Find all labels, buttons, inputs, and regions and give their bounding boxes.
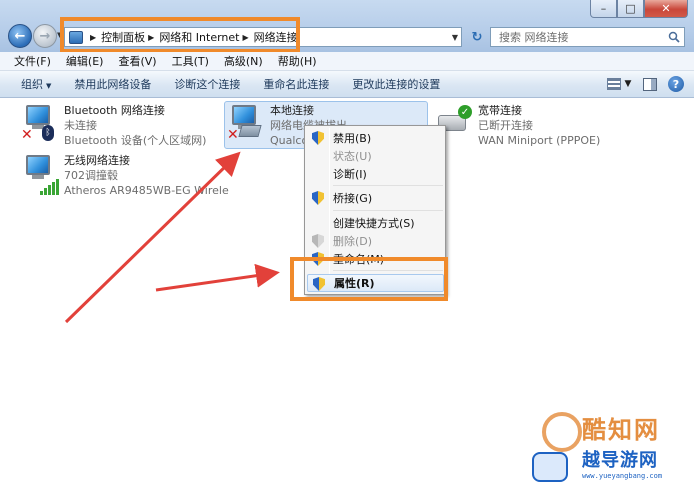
connection-name: 无线网络连接	[64, 154, 130, 167]
menu-item-create-shortcut[interactable]: 创建快捷方式(S)	[307, 214, 444, 232]
change-view-button[interactable]	[606, 76, 622, 92]
help-button[interactable]: ?	[668, 76, 684, 92]
menu-tools[interactable]: 工具(T)	[172, 53, 209, 69]
uac-shield-icon	[312, 191, 324, 205]
menu-separator	[333, 185, 443, 186]
menu-file[interactable]: 文件(F)	[14, 53, 51, 69]
menu-item-diagnose[interactable]: 诊断(I)	[307, 165, 444, 183]
arrow-to-properties	[155, 263, 280, 292]
menu-item-status[interactable]: 状态(U)	[307, 147, 444, 165]
view-list-icon	[607, 78, 621, 90]
check-icon: ✓	[458, 105, 472, 119]
organize-button[interactable]: 组织 ▼	[21, 76, 51, 92]
signal-strength-icon	[40, 179, 59, 195]
menu-bar: 文件(F) 编辑(E) 查看(V) 工具(T) 高级(N) 帮助(H)	[0, 52, 694, 71]
menu-item-label: 状态(U)	[333, 150, 372, 163]
search-icon[interactable]	[668, 31, 680, 43]
forward-button[interactable]: →	[33, 24, 57, 48]
preview-pane-icon	[643, 77, 657, 91]
disable-device-button[interactable]: 禁用此网络设备	[74, 76, 151, 92]
disconnected-x-icon: ✕	[21, 127, 33, 143]
menu-edit[interactable]: 编辑(E)	[66, 53, 104, 69]
bluetooth-network-icon: ✕ ᛒ	[20, 103, 60, 145]
connection-status: 已断开连接	[478, 119, 533, 132]
watermark-url: www.yueyangbang.com	[582, 472, 663, 480]
address-highlight-box	[60, 17, 300, 53]
disconnected-x-icon: ✕	[227, 127, 239, 143]
menu-item-bridge[interactable]: 桥接(G)	[307, 189, 444, 207]
address-dropdown-icon[interactable]: ▼	[447, 27, 463, 47]
connection-wireless[interactable]: 无线网络连接 702调撞毂 Atheros AR9485WB-EG Wirele	[20, 153, 229, 198]
minimize-button[interactable]: –	[590, 0, 617, 18]
uac-shield-icon	[312, 234, 324, 248]
menu-help[interactable]: 帮助(H)	[278, 53, 317, 69]
chevron-down-icon: ▼	[46, 82, 52, 90]
connection-device: Bluetooth 设备(个人区域网)	[64, 134, 207, 147]
network-card-icon	[238, 125, 262, 137]
refresh-button[interactable]: ↻	[467, 27, 487, 47]
command-bar: 组织 ▼ 禁用此网络设备 诊断这个连接 重命名此连接 更改此连接的设置 ▼ ?	[0, 71, 694, 98]
search-placeholder: 搜索 网络连接	[499, 31, 569, 44]
connection-status: 未连接	[64, 119, 97, 132]
connection-device: Atheros AR9485WB-EG Wirele	[64, 184, 229, 197]
connection-device: WAN Miniport (PPPOE)	[478, 134, 601, 147]
menu-view[interactable]: 查看(V)	[118, 53, 156, 69]
menu-item-label: 桥接(G)	[333, 192, 373, 205]
connection-name: 宽带连接	[478, 104, 522, 117]
menu-advanced[interactable]: 高级(N)	[224, 53, 263, 69]
view-options-dropdown[interactable]: ▼	[624, 76, 632, 92]
menu-separator	[333, 210, 443, 211]
change-settings-button[interactable]: 更改此连接的设置	[352, 76, 440, 92]
rename-connection-button[interactable]: 重命名此连接	[263, 76, 329, 92]
maximize-button[interactable]: □	[617, 0, 644, 18]
watermark-site-name: 越导游网	[582, 450, 658, 471]
window-controls: – □ ✕	[590, 0, 688, 18]
menu-item-label: 诊断(I)	[333, 168, 367, 181]
organize-label: 组织	[21, 78, 43, 91]
connection-broadband[interactable]: ✓ 宽带连接 已断开连接 WAN Miniport (PPPOE)	[434, 103, 600, 148]
properties-highlight-box	[290, 257, 448, 301]
menu-item-disable[interactable]: 禁用(B)	[307, 129, 444, 147]
watermark-robot-icon	[532, 452, 568, 482]
bluetooth-icon: ᛒ	[42, 125, 54, 141]
menu-item-label: 禁用(B)	[333, 132, 372, 145]
menu-item-delete[interactable]: 删除(D)	[307, 232, 444, 250]
view-controls: ▼ ?	[596, 76, 684, 92]
connection-name: Bluetooth 网络连接	[64, 104, 165, 117]
back-button[interactable]: ←	[8, 24, 32, 48]
wireless-network-icon	[20, 153, 60, 195]
watermark: 酷知网 越导游网 www.yueyangbang.com	[530, 408, 690, 486]
preview-pane-button[interactable]	[642, 76, 658, 92]
menu-item-label: 创建快捷方式(S)	[333, 217, 415, 230]
menu-item-label: 删除(D)	[333, 235, 373, 248]
uac-shield-icon	[312, 131, 324, 145]
connection-name: 本地连接	[270, 104, 314, 117]
connection-status: 702调撞毂	[64, 169, 118, 182]
watermark-ring-icon	[542, 412, 582, 452]
diagnose-connection-button[interactable]: 诊断这个连接	[174, 76, 240, 92]
local-area-network-icon: ✕	[226, 103, 266, 145]
connection-bluetooth[interactable]: ✕ ᛒ Bluetooth 网络连接 未连接 Bluetooth 设备(个人区域…	[20, 103, 206, 148]
close-button[interactable]: ✕	[644, 0, 688, 18]
search-input[interactable]: 搜索 网络连接	[490, 27, 685, 47]
watermark-logo-text: 酷知网	[582, 416, 660, 444]
